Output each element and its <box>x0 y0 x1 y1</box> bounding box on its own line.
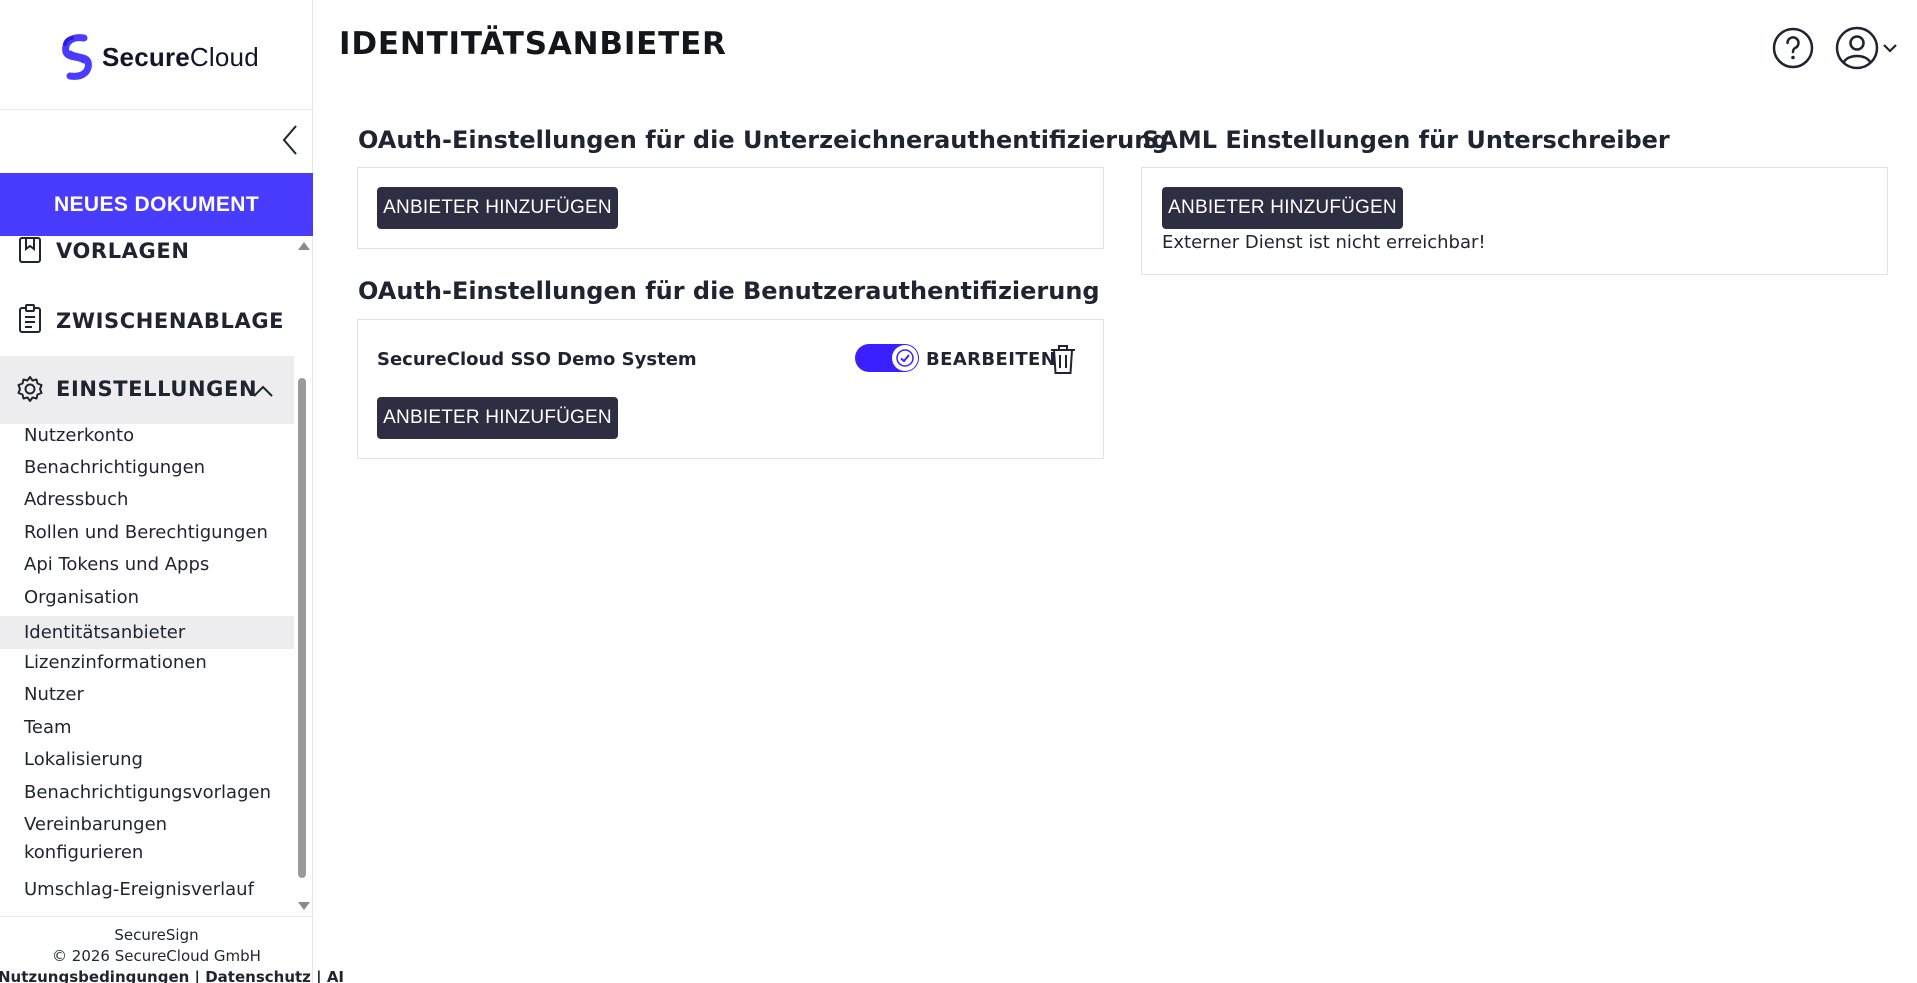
sidebar-item-label: EINSTELLUNGEN <box>56 377 258 401</box>
oauth-user-panel: SecureCloud SSO Demo System BEARBEITEN A… <box>357 319 1104 459</box>
page-title: IDENTITÄTSANBIETER <box>339 26 727 62</box>
scrollbar-thumb[interactable] <box>298 378 306 878</box>
sidebar-subitem-umschlag-ereignisverlauf[interactable]: Umschlag-Ereignisverlauf <box>0 876 294 904</box>
securecloud-logo-icon <box>62 34 92 80</box>
gear-icon <box>17 376 43 402</box>
oauth-signer-panel: ANBIETER HINZUFÜGEN <box>357 167 1104 249</box>
securecloud-logo[interactable]: SecureCloud <box>60 34 259 80</box>
sidebar-scrollbar[interactable] <box>296 236 310 916</box>
checkmark-icon <box>896 349 914 367</box>
provider-delete-button[interactable] <box>1048 343 1078 375</box>
saml-add-provider-button[interactable]: ANBIETER HINZUFÜGEN <box>1162 187 1403 229</box>
logo-text: SecureCloud <box>102 41 259 72</box>
provider-edit-button[interactable]: BEARBEITEN <box>926 349 1056 370</box>
sidebar-footer: SecureSign © 2026 SecureCloud GmbH Nutzu… <box>0 916 344 983</box>
clipboard-icon <box>19 304 41 333</box>
trash-icon <box>1051 345 1075 374</box>
chevron-up-icon <box>253 385 273 397</box>
sidebar-subitem-lokalisierung[interactable]: Lokalisierung <box>0 746 294 774</box>
sidebar-subitem-lizenzinformationen[interactable]: Lizenzinformationen <box>0 649 294 677</box>
scroll-up-arrow-icon[interactable] <box>298 242 310 250</box>
saml-title: SAML Einstellungen für Unterschreiber <box>1142 126 1670 154</box>
sidebar-item-zwischenablage[interactable]: ZWISCHENABLAGE <box>0 288 294 356</box>
sidebar-subitem-identitaetsanbieter[interactable]: Identitätsanbieter <box>0 616 294 649</box>
toggle-knob <box>892 345 918 371</box>
help-button[interactable] <box>1772 27 1814 69</box>
user-menu-button[interactable] <box>1834 25 1902 71</box>
provider-name: SecureCloud SSO Demo System <box>377 349 697 370</box>
scroll-down-arrow-icon[interactable] <box>298 902 310 910</box>
footer-product: SecureSign <box>114 926 199 944</box>
bookmark-icon <box>19 237 41 263</box>
footer-links[interactable]: Nutzungsbedingungen | Datenschutz | AI <box>0 967 344 983</box>
help-circle-icon <box>1772 27 1814 69</box>
sidebar-subitem-rollen[interactable]: Rollen und Berechtigungen <box>0 519 294 547</box>
collapse-sidebar-button[interactable] <box>278 122 304 158</box>
new-document-button[interactable]: NEUES DOKUMENT <box>0 173 313 236</box>
oauth-user-add-provider-button[interactable]: ANBIETER HINZUFÜGEN <box>377 397 618 439</box>
sidebar-subitem-organisation[interactable]: Organisation <box>0 584 294 612</box>
sidebar-subitem-nutzer[interactable]: Nutzer <box>0 681 294 709</box>
sidebar-subitem-adressbuch[interactable]: Adressbuch <box>0 486 294 514</box>
sidebar-subitem-benachrichtigungen[interactable]: Benachrichtigungen <box>0 454 294 482</box>
provider-enabled-toggle[interactable] <box>855 344 919 372</box>
user-circle-icon <box>1835 26 1897 70</box>
sidebar-item-label: VORLAGEN <box>56 239 190 263</box>
sidebar: SecureCloud NEUES DOKUMENT VORLAGEN ZWIS… <box>0 0 344 983</box>
footer-copyright: © 2026 SecureCloud GmbH <box>52 947 261 965</box>
sidebar-subitem-benachrichtigungsvorlagen[interactable]: Benachrichtigungsvorlagen <box>0 779 294 807</box>
sidebar-item-einstellungen[interactable]: EINSTELLUNGEN <box>0 356 294 424</box>
sidebar-subitem-team[interactable]: Team <box>0 714 294 742</box>
oauth-signer-title: OAuth-Einstellungen für die Unterzeichne… <box>358 126 1169 154</box>
logo-divider <box>0 109 313 110</box>
sidebar-subitem-nutzerkonto[interactable]: Nutzerkonto <box>0 422 294 450</box>
saml-panel: ANBIETER HINZUFÜGEN Externer Dienst ist … <box>1141 167 1888 275</box>
chevron-left-icon <box>282 125 297 155</box>
sidebar-item-label: ZWISCHENABLAGE <box>56 309 285 333</box>
sidebar-subitem-vereinbarungen[interactable]: Vereinbarungen konfigurieren <box>0 811 200 867</box>
saml-error-message: Externer Dienst ist nicht erreichbar! <box>1162 232 1486 253</box>
oauth-signer-add-provider-button[interactable]: ANBIETER HINZUFÜGEN <box>377 187 618 229</box>
sidebar-subitem-api-tokens[interactable]: Api Tokens und Apps <box>0 551 294 579</box>
sidebar-nav: VORLAGEN ZWISCHENABLAGE EINSTELLUNGEN Nu… <box>0 236 296 916</box>
sidebar-item-vorlagen[interactable]: VORLAGEN <box>0 236 294 286</box>
oauth-user-title: OAuth-Einstellungen für die Benutzerauth… <box>358 277 1100 305</box>
